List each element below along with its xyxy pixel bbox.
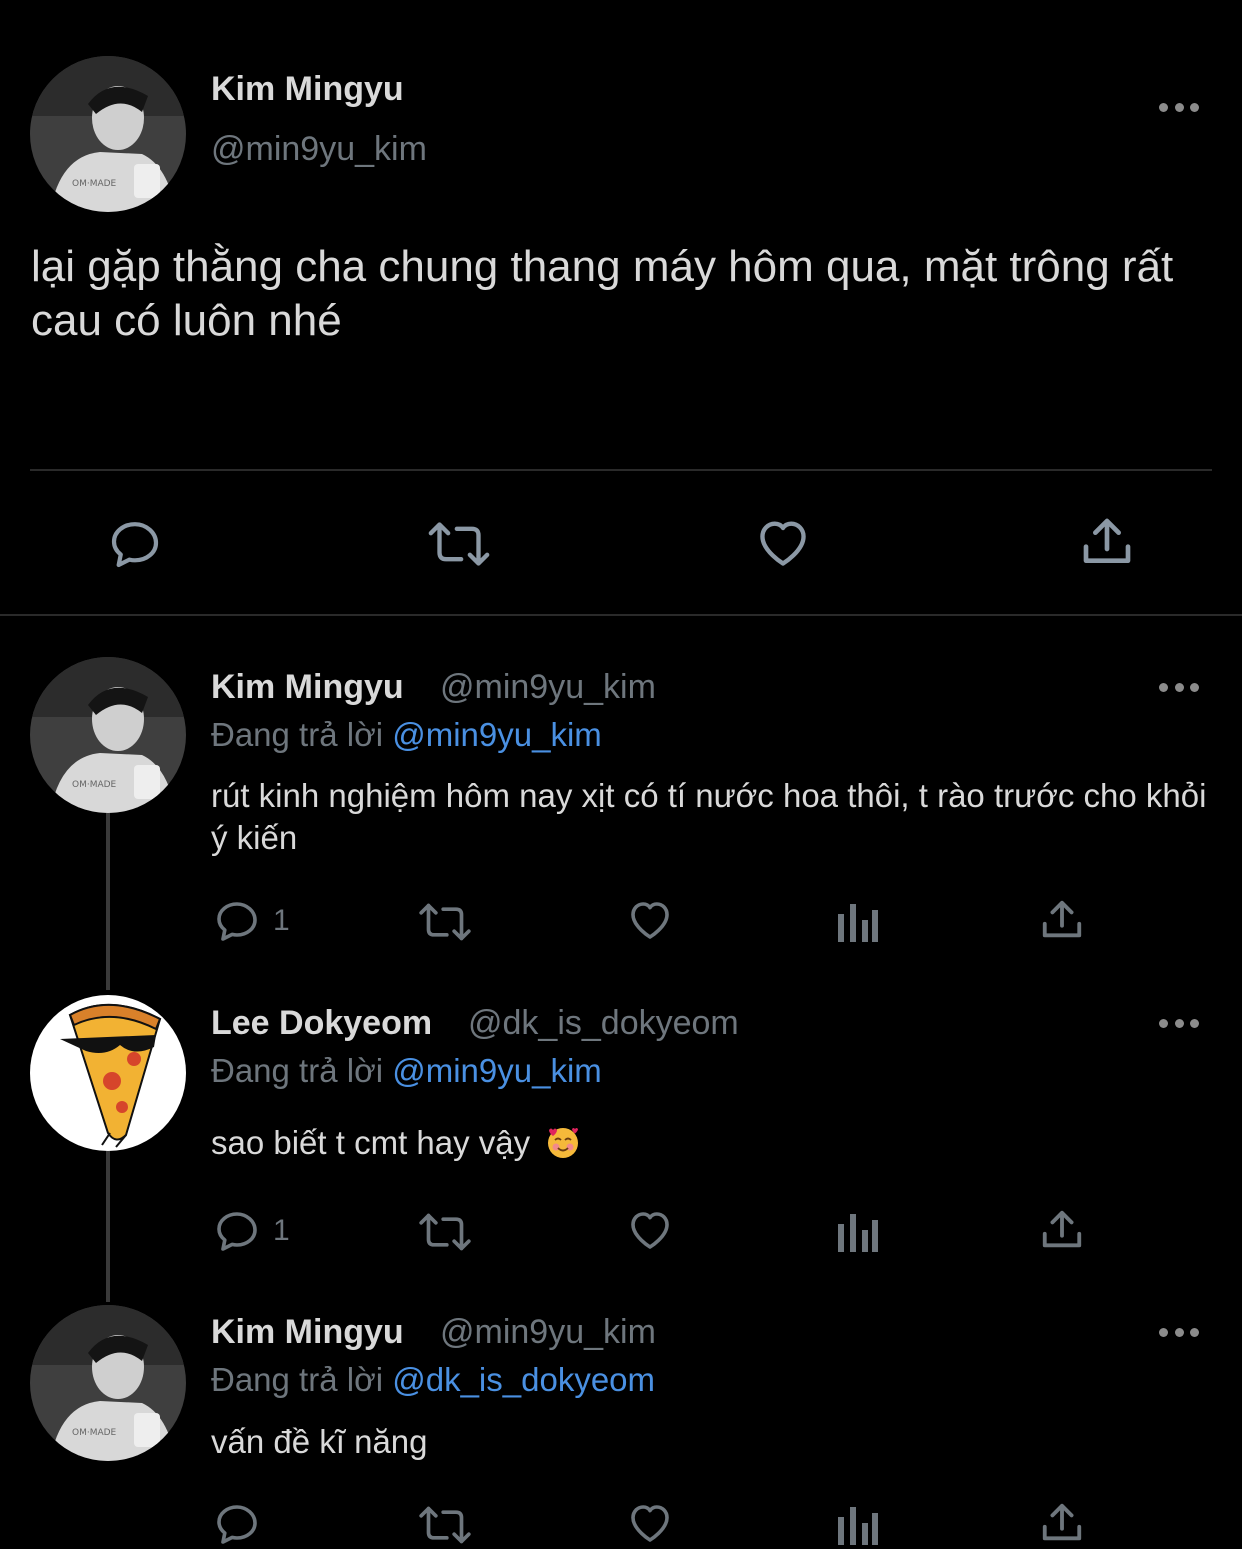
share-icon xyxy=(1042,1503,1082,1541)
reply-text-content: sao biết t cmt hay vậy xyxy=(211,1124,531,1161)
share-button[interactable] xyxy=(1039,1500,1085,1546)
analytics-button[interactable] xyxy=(834,1501,878,1545)
reply-avatar[interactable]: OM·MADE xyxy=(30,1305,186,1461)
analytics-button[interactable] xyxy=(834,898,878,942)
reply-text: vấn đề kĩ năng xyxy=(211,1423,428,1460)
reply-icon xyxy=(217,902,257,941)
reply-text: sao biết t cmt hay vậy xyxy=(211,1122,1211,1164)
main-author-avatar[interactable]: OM·MADE xyxy=(30,56,186,212)
reply-author-name[interactable]: Kim Mingyu xyxy=(211,1313,404,1352)
replying-label: Đang trả lời xyxy=(211,1052,384,1089)
analytics-icon xyxy=(838,1214,878,1252)
share-icon xyxy=(1083,518,1131,563)
reply-icon xyxy=(217,1212,257,1251)
retweet-icon xyxy=(428,522,490,566)
mention-link[interactable]: @min9yu_kim xyxy=(392,716,602,753)
retweet-button[interactable] xyxy=(417,1503,473,1547)
reply-author-name[interactable]: Lee Dokyeom xyxy=(211,1004,432,1043)
reply-icon xyxy=(111,522,159,568)
like-button[interactable] xyxy=(625,1206,675,1254)
reply-button[interactable] xyxy=(213,1500,261,1548)
share-icon xyxy=(1042,900,1082,938)
thread-line xyxy=(106,812,110,990)
reply-button[interactable]: 1 xyxy=(213,1207,290,1255)
svg-text:OM·MADE: OM·MADE xyxy=(72,780,117,790)
reply-author-handle[interactable]: @min9yu_kim xyxy=(440,668,656,707)
replying-label: Đang trả lời xyxy=(211,716,384,753)
reply-button[interactable]: 1 xyxy=(213,897,290,945)
mention-link[interactable]: @min9yu_kim xyxy=(392,1052,602,1089)
reply-author-name[interactable]: Kim Mingyu xyxy=(211,668,404,707)
share-button[interactable] xyxy=(1039,1207,1085,1253)
more-icon[interactable] xyxy=(1159,1326,1199,1338)
retweet-icon xyxy=(419,1213,471,1251)
main-tweet-divider xyxy=(30,469,1212,471)
like-icon xyxy=(631,1505,669,1542)
retweet-button[interactable] xyxy=(426,518,492,570)
reply-text: rút kinh nghiệm hôm nay xịt có tí nước h… xyxy=(211,777,1207,856)
retweet-icon xyxy=(419,1506,471,1544)
main-tweet-text: lại gặp thằng cha chung thang máy hôm qu… xyxy=(31,242,1174,345)
like-icon xyxy=(760,521,806,566)
main-author-name[interactable]: Kim Mingyu xyxy=(211,70,404,109)
section-divider xyxy=(0,614,1242,616)
thread-line xyxy=(106,1150,110,1302)
analytics-icon xyxy=(838,904,878,942)
share-icon xyxy=(1042,1210,1082,1248)
replying-to: Đang trả lời @min9yu_kim xyxy=(211,716,602,754)
retweet-button[interactable] xyxy=(417,1210,473,1254)
reply-author-handle[interactable]: @dk_is_dokyeom xyxy=(468,1004,739,1043)
retweet-button[interactable] xyxy=(417,900,473,944)
share-button[interactable] xyxy=(1039,897,1085,943)
like-button[interactable] xyxy=(625,1499,675,1547)
replying-to: Đang trả lời @min9yu_kim xyxy=(211,1052,602,1090)
analytics-icon xyxy=(838,1507,878,1545)
reply-author-handle[interactable]: @min9yu_kim xyxy=(440,1313,656,1352)
like-icon xyxy=(631,902,669,939)
like-icon xyxy=(631,1212,669,1249)
reply-count: 1 xyxy=(273,1214,290,1247)
replying-to: Đang trả lời @dk_is_dokyeom xyxy=(211,1361,655,1399)
replying-label: Đang trả lời xyxy=(211,1361,384,1398)
like-button[interactable] xyxy=(753,514,813,572)
svg-text:OM·MADE: OM·MADE xyxy=(72,179,117,189)
main-author-handle[interactable]: @min9yu_kim xyxy=(211,130,427,169)
reply-icon xyxy=(217,1505,257,1544)
mention-link[interactable]: @dk_is_dokyeom xyxy=(392,1361,655,1398)
like-button[interactable] xyxy=(625,896,675,944)
reply-button[interactable] xyxy=(107,516,163,572)
svg-text:OM·MADE: OM·MADE xyxy=(72,1428,117,1438)
reply-avatar[interactable]: OM·MADE xyxy=(30,657,186,813)
analytics-button[interactable] xyxy=(834,1208,878,1252)
more-icon[interactable] xyxy=(1159,101,1199,113)
more-icon[interactable] xyxy=(1159,1017,1199,1029)
reply-avatar[interactable] xyxy=(30,995,186,1151)
retweet-icon xyxy=(419,903,471,941)
share-button[interactable] xyxy=(1079,514,1135,570)
reply-count: 1 xyxy=(273,904,290,937)
more-icon[interactable] xyxy=(1159,681,1199,693)
smiling-face-with-hearts-icon xyxy=(548,1128,579,1158)
